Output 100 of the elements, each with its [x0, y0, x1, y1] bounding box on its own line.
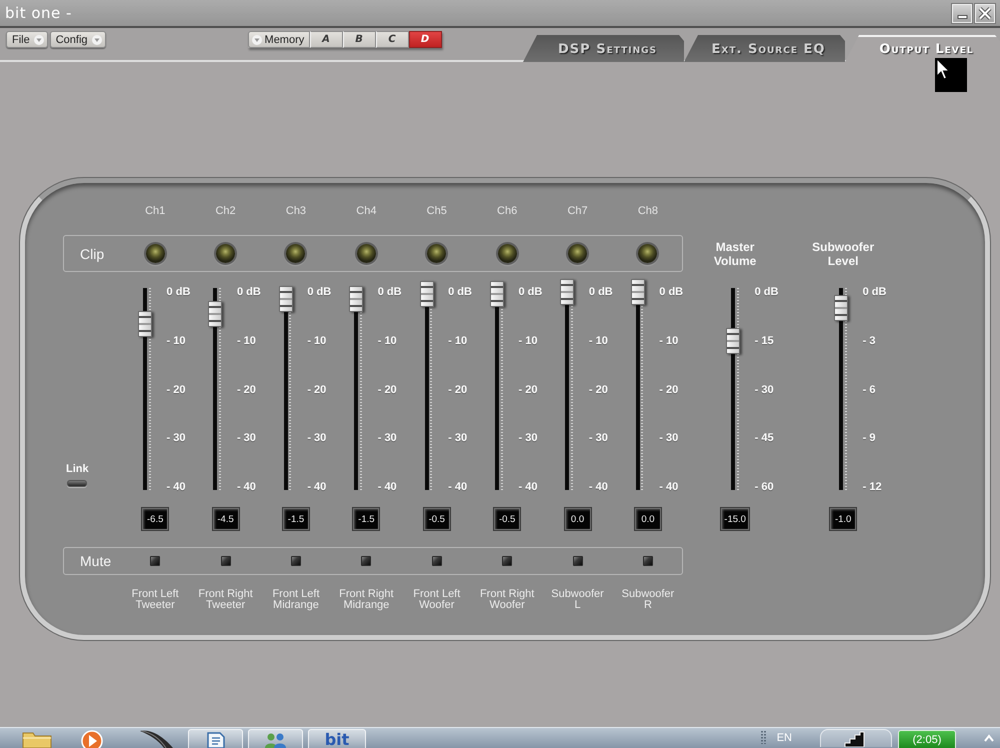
scale-label: - 40 — [588, 480, 608, 494]
memory-dropdown[interactable]: Memory — [248, 31, 310, 48]
scale-label: 0 dB — [588, 285, 613, 299]
document-icon — [206, 731, 226, 748]
value-display: 0.0 — [634, 508, 661, 530]
minimize-button[interactable] — [952, 4, 972, 22]
mute-checkbox[interactable] — [220, 556, 231, 566]
memory-slot-tab[interactable]: D — [408, 31, 442, 48]
mute-checkbox[interactable] — [150, 556, 160, 566]
slider-thumb[interactable] — [560, 279, 574, 306]
value-display: -15.0 — [721, 508, 749, 530]
mute-checkbox[interactable] — [572, 556, 583, 566]
clip-label: Clip — [80, 246, 104, 262]
taskbar-button[interactable] — [188, 729, 243, 748]
scale-label: 0 dB — [236, 285, 261, 299]
caret-icon — [252, 34, 262, 44]
value-display: -4.5 — [212, 508, 239, 530]
scale-label: - 30 — [754, 382, 774, 396]
caret-icon — [92, 34, 102, 44]
slider-thumb[interactable] — [349, 286, 364, 312]
battery-indicator[interactable]: (2:05) — [898, 730, 956, 748]
scale-label: - 30 — [236, 431, 256, 446]
scale-label: - 3 — [862, 334, 876, 348]
scale-label: - 20 — [307, 382, 326, 396]
scale-label: - 6 — [862, 382, 876, 396]
scale-label: - 20 — [518, 382, 538, 396]
value-display: -1.5 — [282, 508, 309, 530]
channel-header: Ch3 — [286, 205, 306, 217]
scale-label: 0 dB — [378, 285, 402, 299]
link-button[interactable] — [67, 480, 88, 487]
scale-label: - 30 — [588, 431, 608, 446]
play-icon[interactable] — [80, 730, 104, 748]
channel-header: Ch4 — [356, 205, 376, 217]
mute-checkbox[interactable] — [290, 556, 301, 566]
channel-name: Front Right Midrange — [339, 589, 394, 612]
cursor-icon — [935, 58, 967, 92]
slider-thumb[interactable] — [630, 279, 645, 306]
scale-label: 0 dB — [448, 285, 472, 299]
slider-thumb[interactable] — [726, 328, 740, 354]
mute-checkbox[interactable] — [502, 556, 512, 566]
slider-thumb[interactable] — [138, 310, 152, 337]
scale-label: - 40 — [236, 480, 256, 494]
taskbar-button[interactable]: bit — [308, 729, 366, 748]
scale-label: - 20 — [166, 382, 186, 396]
grip-icon — [760, 730, 766, 744]
scale-label: - 15 — [754, 334, 774, 348]
folder-icon[interactable] — [22, 730, 52, 748]
close-icon — [978, 6, 992, 20]
scale-label: - 10 — [166, 334, 186, 348]
value-display: -0.5 — [494, 508, 520, 530]
value-display: -1.5 — [353, 508, 380, 530]
mute-checkbox[interactable] — [361, 556, 372, 566]
scale-label: - 20 — [588, 382, 608, 396]
scale-label: - 20 — [448, 382, 468, 396]
scale-label: - 40 — [307, 480, 326, 494]
taskbar-button[interactable] — [248, 729, 303, 748]
close-button[interactable] — [975, 4, 995, 22]
scale-label: 0 dB — [518, 285, 542, 299]
scale-label: - 40 — [518, 480, 538, 494]
channel-header: Ch2 — [215, 205, 236, 217]
menu-button[interactable]: File — [6, 31, 48, 48]
scale-label: - 60 — [754, 480, 774, 494]
value-display: -0.5 — [424, 508, 450, 530]
mute-checkbox[interactable] — [642, 556, 653, 566]
memory-slot-tab[interactable]: B — [342, 31, 376, 48]
link-label: Link — [66, 463, 89, 475]
window-title: bit one - — [5, 4, 72, 22]
menu-button[interactable]: Config — [50, 31, 106, 48]
people-icon — [262, 731, 288, 748]
scale-label: - 30 — [378, 431, 397, 446]
scale-label: - 40 — [659, 480, 678, 494]
scale-label: - 10 — [236, 334, 256, 348]
scale-label: - 40 — [378, 480, 397, 494]
scale-label: - 40 — [166, 480, 186, 494]
scale-label: - 30 — [307, 431, 326, 446]
tab[interactable]: Ext. Source EQ — [684, 35, 845, 62]
channel-header: Ch6 — [497, 205, 518, 217]
scale-label: - 30 — [166, 431, 186, 446]
mute-checkbox[interactable] — [432, 556, 442, 566]
scale-label: - 10 — [448, 334, 468, 348]
memory-slot-tab[interactable]: C — [376, 31, 409, 48]
tab[interactable]: DSP Settings — [523, 35, 684, 62]
channel-name: Front Left Midrange — [272, 589, 320, 612]
scale-label: - 45 — [754, 431, 774, 446]
channel-name: Front Left Tweeter — [132, 589, 179, 612]
slider-thumb[interactable] — [490, 281, 504, 308]
slider-thumb[interactable] — [208, 300, 222, 327]
scale-label: 0 dB — [754, 285, 778, 299]
memory-slot-tab[interactable]: A — [310, 31, 343, 48]
scale-label: - 30 — [448, 431, 468, 446]
channel-name: Front Right Woofer — [480, 589, 534, 612]
slider-thumb[interactable] — [420, 281, 434, 308]
slider-thumb[interactable] — [834, 295, 848, 322]
scale-label: - 20 — [236, 382, 256, 396]
scale-label: - 10 — [307, 334, 326, 348]
value-display: 0.0 — [564, 508, 591, 530]
feather-icon[interactable] — [138, 729, 174, 748]
slider-thumb[interactable] — [278, 286, 293, 312]
scale-label: 0 dB — [862, 285, 886, 299]
scale-label: 0 dB — [166, 285, 190, 299]
